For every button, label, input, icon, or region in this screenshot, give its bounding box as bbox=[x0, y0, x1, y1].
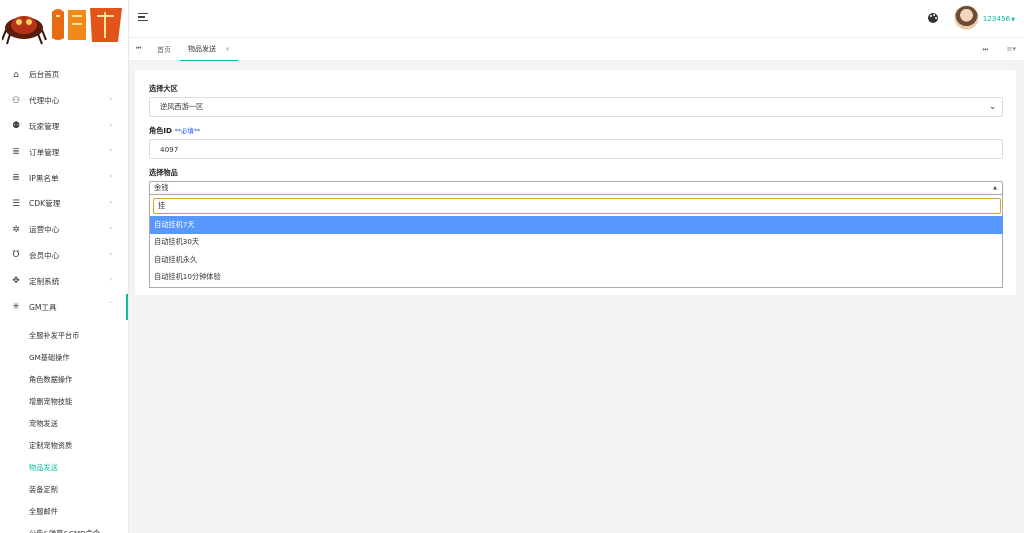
bug-icon: ✳ bbox=[12, 302, 20, 313]
sidebar-item-custom-system[interactable]: ✥ 定制系统 › bbox=[0, 268, 128, 294]
menu-toggle-icon[interactable] bbox=[138, 13, 148, 22]
gm-tools-submenu: 全服补发平台币 GM基础操作 角色数据操作 增删宠物技能 宠物发送 定制宠物资质… bbox=[0, 325, 128, 533]
sidebar-item-member-center[interactable]: Ʊ 会员中心 › bbox=[0, 243, 128, 269]
avatar[interactable] bbox=[954, 5, 979, 30]
submenu-item[interactable]: 角色数据操作 bbox=[0, 369, 128, 391]
sidebar-menu: ⌂ 后台首页 ⚇ 代理中心 › ⚉ 玩家管理 › ≣ 订单管理 › ≣ IP黑名… bbox=[0, 62, 128, 533]
sidebar-item-label: 定制系统 bbox=[29, 276, 60, 286]
role-id-label: 角色ID **必填** bbox=[149, 126, 200, 136]
item-select-value: 金钱 bbox=[154, 183, 169, 192]
users-outline-icon: ⚇ bbox=[11, 95, 21, 106]
sidebar-item-label: 代理中心 bbox=[29, 96, 60, 106]
sidebar-item-label: 运营中心 bbox=[29, 225, 60, 235]
chevron-right-icon: › bbox=[109, 173, 112, 181]
chevron-right-icon: › bbox=[109, 147, 112, 155]
logo-image bbox=[2, 8, 122, 45]
sidebar-item-agent-center[interactable]: ⚇ 代理中心 › bbox=[0, 88, 128, 114]
chevron-right-icon: › bbox=[109, 95, 112, 103]
top-header: 123456▼ bbox=[129, 0, 1024, 38]
sidebar-item-label: 订单管理 bbox=[29, 147, 60, 157]
role-id-label-text: 角色ID bbox=[149, 126, 173, 135]
submenu-item[interactable]: 宠物发送 bbox=[0, 413, 128, 435]
dropdown-option[interactable]: 自动挂机永久 bbox=[150, 251, 1003, 269]
magnet-icon: Ʊ bbox=[12, 250, 20, 261]
item-select[interactable]: 金钱 ▲ bbox=[149, 181, 1003, 195]
region-label: 选择大区 bbox=[149, 84, 178, 93]
tab-item-send[interactable]: 物品发送 × bbox=[180, 38, 239, 61]
move-arrows-icon: ✥ bbox=[12, 276, 20, 287]
username-label: 123456 bbox=[982, 14, 1011, 23]
sidebar-item-player-management[interactable]: ⚉ 玩家管理 › bbox=[0, 114, 128, 140]
role-id-input[interactable]: 4097 bbox=[149, 139, 1003, 159]
submenu-item[interactable]: GM基础操作 bbox=[0, 347, 128, 369]
chevron-down-icon: ⌄ bbox=[989, 102, 996, 111]
palette-icon[interactable] bbox=[928, 13, 938, 23]
close-icon[interactable]: × bbox=[225, 46, 230, 53]
submenu-item-active[interactable]: 物品发送 bbox=[0, 457, 128, 479]
tab-options-icon[interactable]: ≡▾ bbox=[1007, 45, 1016, 53]
users-icon: ⚉ bbox=[11, 121, 21, 132]
database-icon: ≣ bbox=[12, 173, 20, 184]
submenu-item[interactable]: 增删宠物技能 bbox=[0, 391, 128, 413]
chevron-right-icon: › bbox=[109, 198, 112, 206]
sidebar-item-gm-tools[interactable]: ✳ GM工具 ˇ bbox=[0, 294, 128, 320]
chevron-right-icon: › bbox=[109, 224, 112, 232]
sidebar-item-ip-blacklist[interactable]: ≣ IP黑名单 › bbox=[0, 165, 128, 191]
sidebar-item-order-management[interactable]: ≣ 订单管理 › bbox=[0, 139, 128, 165]
tab-bar: ⏮ 首页 物品发送 × ⏭ ≡▾ bbox=[129, 38, 1024, 61]
submenu-item[interactable]: 公告&弹幕&CMD命令 bbox=[0, 523, 128, 533]
sidebar-item-home[interactable]: ⌂ 后台首页 bbox=[0, 62, 128, 88]
home-icon: ⌂ bbox=[13, 69, 19, 80]
sidebar-item-label: IP黑名单 bbox=[29, 173, 59, 183]
sidebar-item-label: 玩家管理 bbox=[29, 121, 60, 131]
dropdown-option[interactable]: 自动挂机10分钟体验 bbox=[150, 269, 1003, 287]
tab-scroll-right-icon[interactable]: ⏭ bbox=[983, 46, 988, 54]
tab-scroll-left-icon[interactable]: ⏮ bbox=[136, 45, 141, 53]
filter-lines-icon: ☰ bbox=[11, 198, 21, 209]
submenu-item[interactable]: 定制宠物资质 bbox=[0, 435, 128, 457]
logo[interactable] bbox=[0, 0, 128, 48]
sidebar: ⌂ 后台首页 ⚇ 代理中心 › ⚉ 玩家管理 › ≣ 订单管理 › ≣ IP黑名… bbox=[0, 0, 129, 533]
sidebar-item-label: 后台首页 bbox=[29, 70, 60, 80]
submenu-item[interactable]: 全服邮件 bbox=[0, 501, 128, 523]
item-send-form: 选择大区 逆风西游一区 ⌄ 角色ID **必填** 4097 选择物品 金钱 ▲… bbox=[135, 70, 1016, 295]
chevron-right-icon: › bbox=[109, 276, 112, 284]
required-note: **必填** bbox=[174, 127, 201, 135]
dropdown-option[interactable]: 自动挂机7天 bbox=[150, 216, 1003, 234]
dropdown-option[interactable]: 自动挂机30天 bbox=[150, 234, 1003, 252]
chevron-down-icon: ˇ bbox=[109, 302, 112, 310]
database-icon: ≣ bbox=[12, 147, 20, 158]
sidebar-item-label: GM工具 bbox=[29, 302, 57, 312]
item-label: 选择物品 bbox=[149, 168, 178, 177]
region-select[interactable]: 逆风西游一区 ⌄ bbox=[149, 97, 1003, 117]
submenu-item[interactable]: 全服补发平台币 bbox=[0, 325, 128, 347]
gear-icon: ✲ bbox=[12, 224, 20, 235]
user-menu[interactable]: 123456▼ bbox=[983, 14, 1015, 23]
tab-home[interactable]: 首页 bbox=[157, 38, 171, 61]
caret-up-icon: ▲ bbox=[993, 185, 997, 191]
sidebar-item-operations-center[interactable]: ✲ 运营中心 › bbox=[0, 217, 128, 243]
chevron-right-icon: › bbox=[109, 121, 112, 129]
item-search-input[interactable]: 挂 bbox=[153, 198, 1001, 214]
sidebar-item-label: CDK管理 bbox=[29, 199, 61, 209]
submenu-item[interactable]: 装备定制 bbox=[0, 479, 128, 501]
chevron-right-icon: › bbox=[109, 250, 112, 258]
caret-down-icon: ▼ bbox=[1011, 17, 1015, 23]
sidebar-item-label: 会员中心 bbox=[29, 250, 60, 260]
region-select-value: 逆风西游一区 bbox=[160, 102, 204, 111]
sidebar-item-cdk-management[interactable]: ☰ CDK管理 › bbox=[0, 191, 128, 217]
item-dropdown: 挂 自动挂机7天 自动挂机30天 自动挂机永久 自动挂机10分钟体验 bbox=[149, 195, 1003, 288]
tab-label: 物品发送 bbox=[188, 45, 216, 53]
